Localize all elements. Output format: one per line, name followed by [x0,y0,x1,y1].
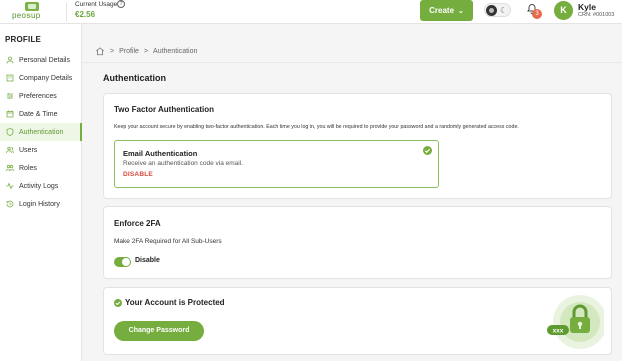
avatar[interactable]: K [554,1,573,20]
sidebar-item-date-time[interactable]: Date & Time [0,105,82,123]
usage-value: €2.56 [75,10,96,19]
sidebar-item-label: Roles [19,164,37,172]
change-password-button[interactable]: Change Password [114,321,204,341]
sidebar-item-label: Activity Logs [19,182,59,190]
padlock-icon: xxx [547,295,604,349]
activity-icon [6,182,14,190]
sidebar-item-label: Login History [19,200,60,208]
enforce-2fa-title: Enforce 2FA [114,219,161,228]
sidebar-item-preferences[interactable]: Preferences [0,87,82,105]
two-factor-card: Two Factor Authentication Keep your acco… [103,93,612,199]
moon-icon: ☾ [500,6,508,15]
sidebar-item-login-history[interactable]: Login History [0,195,82,213]
sidebar-item-company-details[interactable]: Company Details [0,69,82,87]
email-auth-description: Receive an authentication code via email… [123,160,243,167]
enforce-2fa-toggle-label: Disable [135,257,160,264]
sidebar: PROFILE Personal Details Company Details… [0,24,82,361]
logo-mark-icon [25,2,39,11]
check-circle-icon [114,299,122,307]
building-icon [6,74,14,82]
user-crn: CRN: #001003 [578,12,615,18]
sidebar-item-roles[interactable]: Roles [0,159,82,177]
breadcrumb-separator: > [110,47,115,55]
check-circle-icon [423,146,432,155]
peosup-logo[interactable]: peosup [12,2,58,22]
sidebar-item-personal-details[interactable]: Personal Details [0,51,82,69]
history-icon [6,200,14,208]
account-protected-title: Your Account is Protected [125,298,225,307]
sliders-icon [6,92,14,100]
sidebar-item-label: Preferences [19,92,57,100]
enforce-2fa-card: Enforce 2FA Make 2FA Required for All Su… [103,206,612,279]
home-icon[interactable] [95,46,105,56]
top-bar: peosup Current Usage ? €2.56 Create ⌄ ☾ … [0,0,622,24]
shield-icon [6,128,14,136]
sidebar-item-label: Personal Details [19,56,70,64]
roles-icon [6,164,14,172]
lock-code-text: xxx [553,328,564,335]
sidebar-item-authentication[interactable]: Authentication [0,123,82,141]
breadcrumb-separator: > [143,47,149,55]
email-auth-title: Email Authentication [123,149,198,158]
divider [66,3,67,21]
page-title: Authentication [103,73,166,83]
notification-badge: 3 [532,9,542,19]
sidebar-item-label: Date & Time [19,110,58,118]
email-authentication-option[interactable]: Email Authentication Receive an authenti… [114,140,439,188]
sidebar-item-users[interactable]: Users [0,141,82,159]
calendar-icon [6,110,14,118]
enforce-2fa-description: Make 2FA Required for All Sub-Users [114,238,222,245]
user-icon [6,56,14,64]
sidebar-item-label: Authentication [19,128,64,136]
sun-icon [486,5,497,16]
create-button[interactable]: Create ⌄ [420,0,473,21]
enforce-2fa-toggle[interactable] [114,257,131,267]
account-protected-card: Your Account is Protected Change Passwor… [103,287,612,355]
chevron-down-icon: ⌄ [458,7,464,15]
breadcrumb: > Profile > Authentication [95,46,197,56]
sidebar-item-label: Company Details [19,74,73,82]
logo-text: peosup [12,11,41,20]
user-name[interactable]: Kyle [578,2,596,12]
breadcrumb-profile[interactable]: Profile [119,48,139,55]
theme-toggle[interactable]: ☾ [484,3,511,17]
sidebar-item-label: Users [19,146,38,154]
two-factor-title: Two Factor Authentication [114,105,214,114]
divider [82,62,622,63]
two-factor-description: Keep your account secure by enabling two… [114,124,519,130]
users-icon [6,146,14,154]
help-icon[interactable]: ? [117,0,125,8]
breadcrumb-authentication: Authentication [153,47,198,55]
create-button-label: Create [429,6,455,15]
sidebar-item-activity-logs[interactable]: Activity Logs [0,177,82,195]
sidebar-title: PROFILE [5,35,42,44]
email-auth-disable-link[interactable]: DISABLE [123,171,153,178]
usage-label: Current Usage [75,1,118,8]
